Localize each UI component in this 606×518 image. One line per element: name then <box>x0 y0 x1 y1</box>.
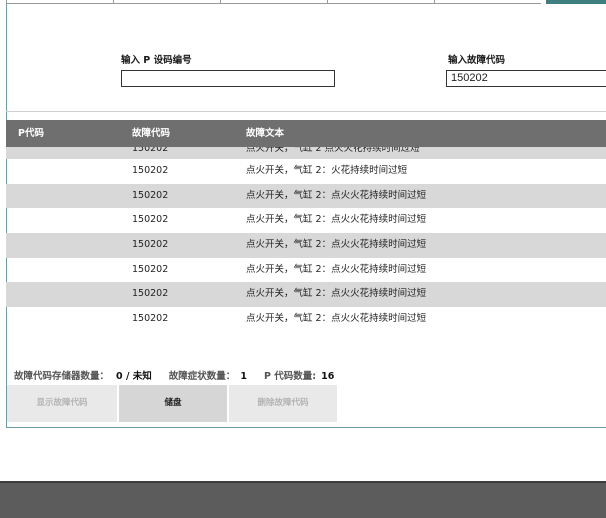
cell-fault-code: 150202 <box>132 313 169 325</box>
check-button[interactable]: 储盘 <box>119 385 227 422</box>
p-code-label: 输入 P 设码编号 <box>121 55 192 66</box>
status-summary: 故障代码存储器数量： 0 / 未知 故障症状数量： 1 P 代码数量: 16 <box>14 368 334 382</box>
table-row[interactable]: 150202 点火开关，气缸 2：点火火花持续时间过短 <box>6 183 606 209</box>
fault-code-input[interactable]: 150202 <box>446 70 606 87</box>
table-row[interactable]: 150202 点火开关，气缸 2：点火火花持续时间过短 <box>6 307 606 332</box>
cell-fault-text: 点火开关，气缸 2 点火火花持续时间过短 <box>246 147 420 154</box>
table-row[interactable]: 150202 点火开关，气缸 2：点火火花持续时间过短 <box>6 282 606 308</box>
fault-code-label: 输入故障代码 <box>448 55 506 66</box>
symptom-count-label: 故障症状数量： <box>168 371 236 382</box>
cell-fault-text: 点火开关，气缸 2：点火火花持续时间过短 <box>246 214 427 226</box>
table-header: P代码 故障代码 故障文本 <box>6 120 606 147</box>
table-row[interactable]: 150202 点火开关，气缸 2：点火火花持续时间过短 <box>6 233 606 258</box>
cell-fault-text: 点火开关，气缸 2：点火火花持续时间过短 <box>246 239 427 251</box>
table-row[interactable]: 150202 点火开关，气缸 2：火花持续时间过短 <box>6 159 606 184</box>
table-row[interactable]: 150202 点火开关，气缸 2：点火火花持续时间过短 <box>6 208 606 233</box>
p-code-input[interactable] <box>121 70 335 87</box>
symptom-count-value: 1 <box>240 371 247 382</box>
cell-fault-text: 点火开关，气缸 2：点火火花持续时间过短 <box>246 189 427 201</box>
p-code-count-value: 16 <box>321 371 335 382</box>
cell-fault-code: 150202 <box>132 165 169 176</box>
cell-fault-code: 150202 <box>132 189 169 201</box>
cell-fault-text: 点火开关，气缸 2：点火火花持续时间过短 <box>246 313 427 325</box>
column-header-p-code[interactable]: P代码 <box>18 120 44 147</box>
cell-fault-text: 点火开关，气缸 2：点火火花持续时间过短 <box>246 263 427 275</box>
fault-table-body: 150202 点火开关，气缸 2 点火火花持续时间过短 150202 点火开关，… <box>6 147 606 332</box>
cell-fault-code: 150202 <box>132 288 169 300</box>
divider <box>6 111 606 112</box>
show-fault-codes-button[interactable]: 显示故障代码 <box>7 385 117 422</box>
column-header-fault-text[interactable]: 故障文本 <box>246 120 284 147</box>
bottom-toolbar <box>0 481 606 518</box>
cell-fault-text: 点火开关，气缸 2：火花持续时间过短 <box>246 165 408 176</box>
cell-fault-text: 点火开关，气缸 2：点火火花持续时间过短 <box>246 288 427 300</box>
cell-fault-code: 150202 <box>132 263 169 275</box>
column-header-fault-code[interactable]: 故障代码 <box>132 120 170 147</box>
memory-count-value: 0 / 未知 <box>116 371 152 382</box>
table-row[interactable]: 150202 点火开关，气缸 2：点火火花持续时间过短 <box>6 258 606 283</box>
memory-count-label: 故障代码存储器数量： <box>14 371 110 382</box>
cell-fault-code: 150202 <box>132 214 169 226</box>
table-row[interactable]: 150202 点火开关，气缸 2 点火火花持续时间过短 <box>6 147 606 159</box>
cell-fault-code: 150202 <box>132 239 169 251</box>
delete-fault-codes-button[interactable]: 删除故障代码 <box>229 385 337 422</box>
p-code-count-label: P 代码数量: <box>263 371 317 382</box>
cell-fault-code: 150202 <box>132 147 169 154</box>
